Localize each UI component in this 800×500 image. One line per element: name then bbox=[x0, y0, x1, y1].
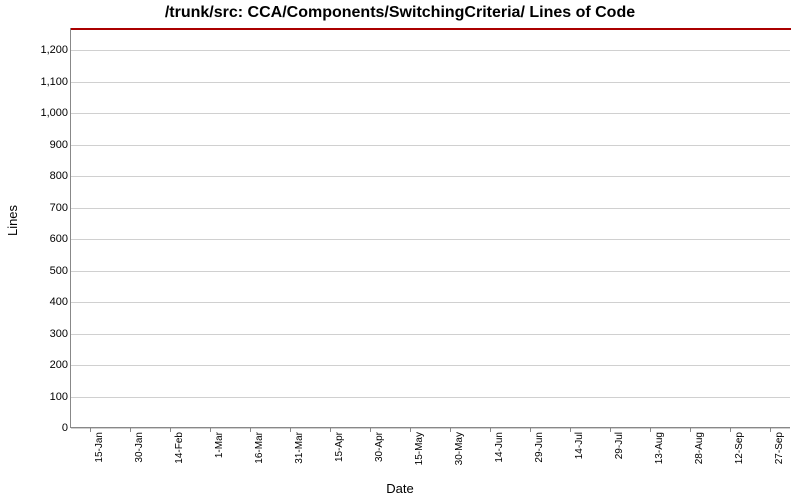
x-axis-label: Date bbox=[0, 481, 800, 496]
gridline bbox=[71, 239, 790, 240]
x-tick-label: 30-Apr bbox=[374, 432, 385, 462]
gridline bbox=[71, 176, 790, 177]
y-tick-label: 200 bbox=[12, 359, 68, 371]
y-tick-label: 1,200 bbox=[12, 44, 68, 56]
x-tick-label: 15-Jan bbox=[94, 432, 105, 463]
x-tick-label: 27-Sep bbox=[774, 432, 785, 464]
x-tick-label: 14-Jun bbox=[494, 432, 505, 463]
gridline bbox=[71, 428, 790, 429]
gridline bbox=[71, 302, 790, 303]
series-line bbox=[71, 28, 791, 30]
x-tick-label: 13-Aug bbox=[654, 432, 665, 464]
x-tick-mark bbox=[90, 428, 91, 432]
x-tick-mark bbox=[170, 428, 171, 432]
gridline bbox=[71, 334, 790, 335]
x-tick-label: 29-Jun bbox=[534, 432, 545, 463]
gridline bbox=[71, 145, 790, 146]
x-tick-mark bbox=[330, 428, 331, 432]
x-tick-label: 14-Feb bbox=[174, 432, 185, 464]
gridline bbox=[71, 113, 790, 114]
x-tick-mark bbox=[290, 428, 291, 432]
y-tick-label: 100 bbox=[12, 391, 68, 403]
x-tick-mark bbox=[690, 428, 691, 432]
gridline bbox=[71, 271, 790, 272]
y-tick-label: 600 bbox=[12, 233, 68, 245]
x-tick-mark bbox=[130, 428, 131, 432]
x-tick-label: 14-Jul bbox=[574, 432, 585, 459]
gridline bbox=[71, 50, 790, 51]
x-tick-mark bbox=[450, 428, 451, 432]
y-tick-label: 700 bbox=[12, 202, 68, 214]
x-tick-label: 29-Jul bbox=[614, 432, 625, 459]
y-tick-label: 900 bbox=[12, 139, 68, 151]
x-tick-mark bbox=[730, 428, 731, 432]
x-tick-label: 15-Apr bbox=[334, 432, 345, 462]
x-tick-label: 15-May bbox=[414, 432, 425, 465]
x-tick-mark bbox=[410, 428, 411, 432]
plot-area bbox=[70, 28, 790, 428]
x-tick-mark bbox=[530, 428, 531, 432]
x-tick-label: 28-Aug bbox=[694, 432, 705, 464]
x-tick-mark bbox=[650, 428, 651, 432]
x-tick-mark bbox=[250, 428, 251, 432]
gridline bbox=[71, 397, 790, 398]
chart-title: /trunk/src: CCA/Components/SwitchingCrit… bbox=[0, 4, 800, 22]
x-tick-mark bbox=[570, 428, 571, 432]
y-tick-label: 400 bbox=[12, 296, 68, 308]
x-tick-mark bbox=[210, 428, 211, 432]
gridline bbox=[71, 208, 790, 209]
x-tick-label: 30-May bbox=[454, 432, 465, 465]
y-tick-label: 1,100 bbox=[12, 76, 68, 88]
chart-container: /trunk/src: CCA/Components/SwitchingCrit… bbox=[0, 0, 800, 500]
x-tick-label: 16-Mar bbox=[254, 432, 265, 464]
x-tick-label: 30-Jan bbox=[134, 432, 145, 463]
x-tick-mark bbox=[490, 428, 491, 432]
x-tick-mark bbox=[770, 428, 771, 432]
y-tick-label: 800 bbox=[12, 170, 68, 182]
x-tick-mark bbox=[610, 428, 611, 432]
x-tick-mark bbox=[370, 428, 371, 432]
y-axis-label-wrap: Lines bbox=[6, 0, 20, 440]
x-tick-label: 31-Mar bbox=[294, 432, 305, 464]
x-tick-label: 12-Sep bbox=[734, 432, 745, 464]
y-tick-label: 300 bbox=[12, 328, 68, 340]
x-tick-label: 1-Mar bbox=[214, 432, 225, 458]
gridline bbox=[71, 82, 790, 83]
gridline bbox=[71, 365, 790, 366]
y-tick-label: 500 bbox=[12, 265, 68, 277]
y-tick-label: 1,000 bbox=[12, 107, 68, 119]
y-tick-label: 0 bbox=[12, 422, 68, 434]
